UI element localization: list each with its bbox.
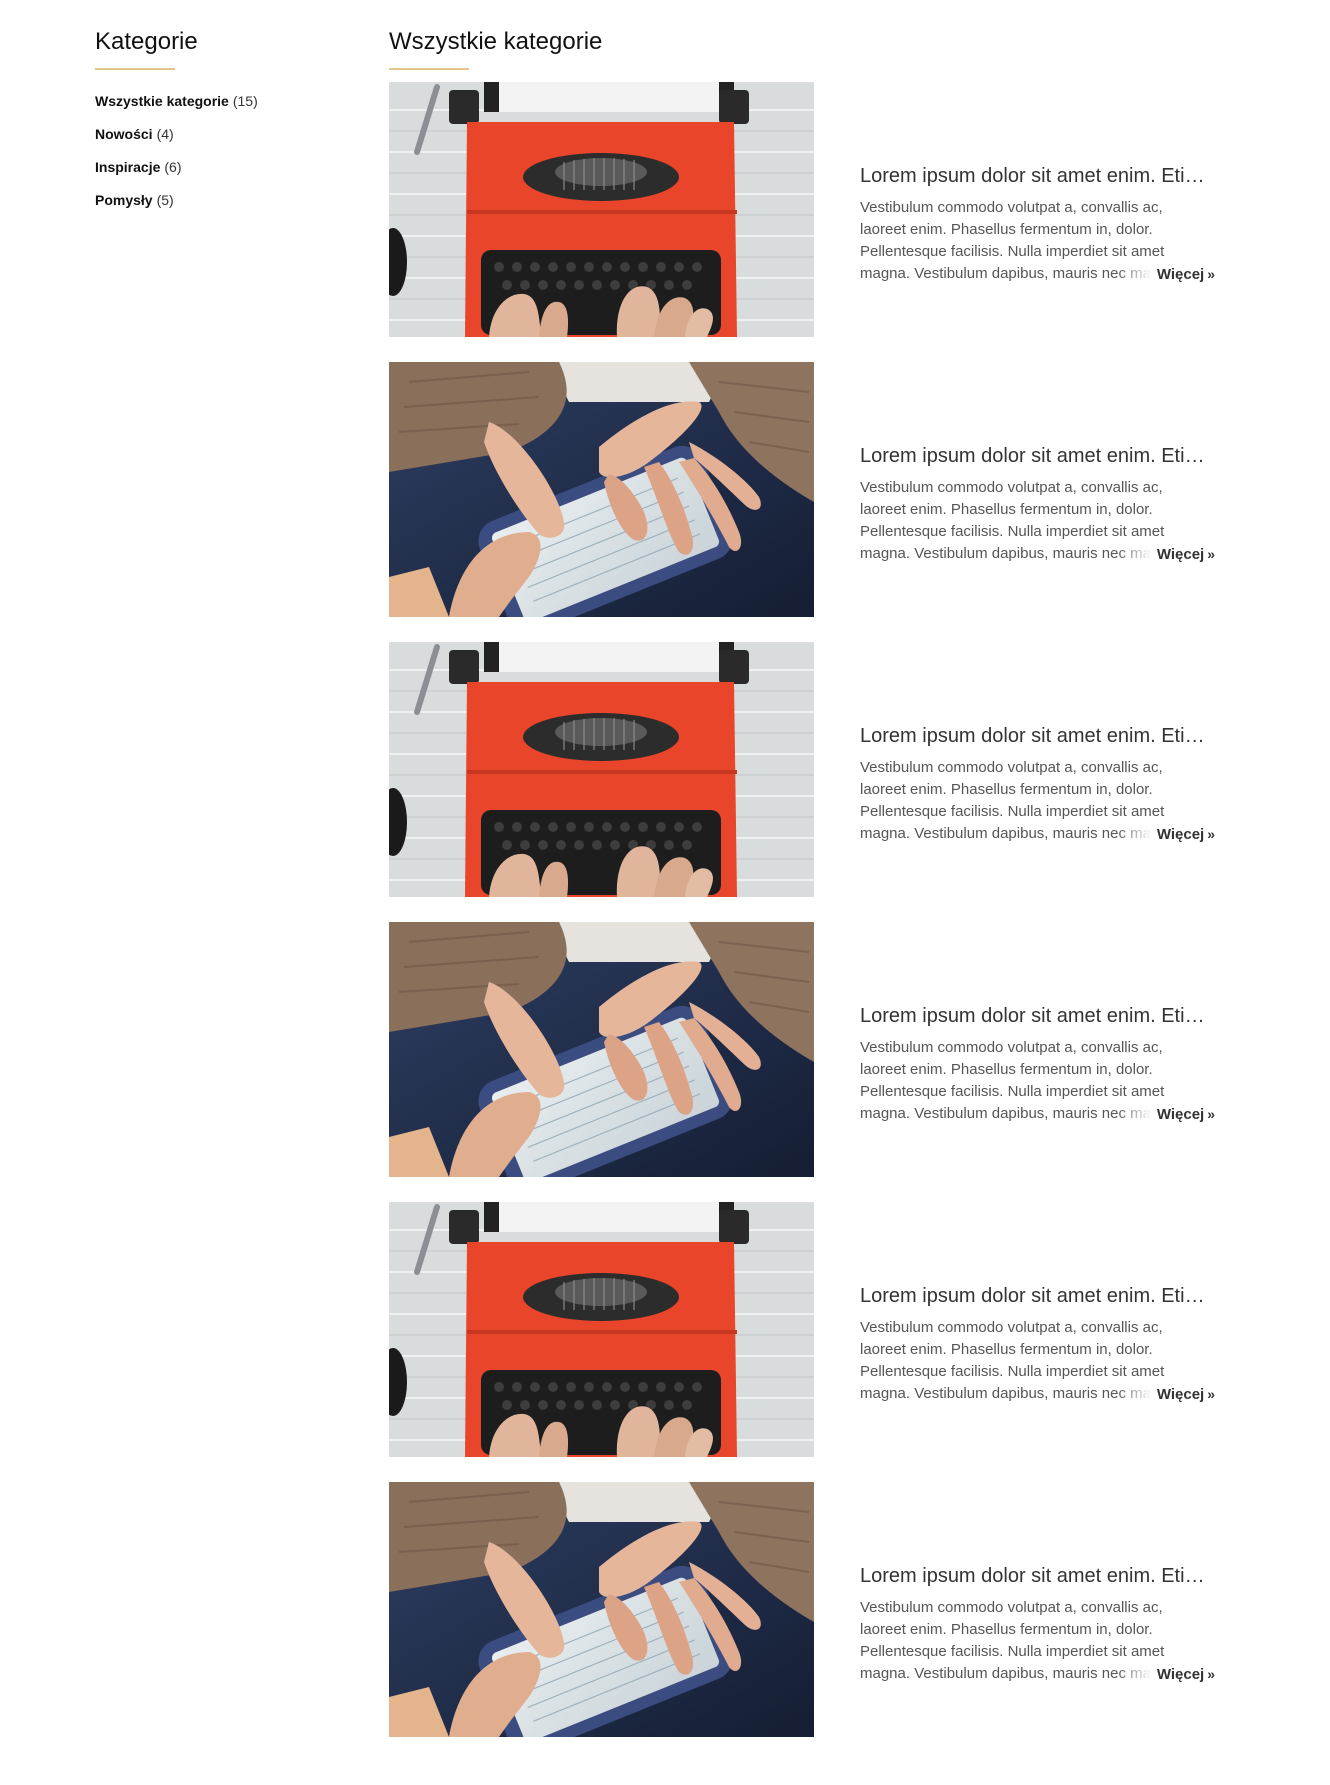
smartphone-photo xyxy=(389,922,814,1177)
smartphone-photo xyxy=(389,362,814,617)
post-text: Lorem ipsum dolor sit amet enim. Etiam u… xyxy=(860,723,1215,845)
typewriter-photo xyxy=(389,82,814,337)
read-more-label: Więcej xyxy=(1156,1666,1205,1683)
post-thumbnail[interactable] xyxy=(389,642,814,897)
category-name: Pomysły xyxy=(95,192,153,208)
category-list: Wszystkie kategorie (15) Nowości (4) Inspi… xyxy=(95,92,355,209)
post-excerpt-wrap: Vestibulum commodo volutpat a, convallis… xyxy=(860,1597,1215,1685)
post-title[interactable]: Lorem ipsum dolor sit amet enim. Etiam u… xyxy=(860,443,1210,469)
category-name: Inspiracje xyxy=(95,159,161,175)
double-chevron-right-icon: » xyxy=(1207,826,1215,842)
read-more-link[interactable]: Więcej» xyxy=(1116,543,1215,565)
read-more-label: Więcej xyxy=(1156,1106,1205,1123)
post-card: Lorem ipsum dolor sit amet enim. Etiam u… xyxy=(389,82,1239,337)
typewriter-photo xyxy=(389,642,814,897)
post-card: Lorem ipsum dolor sit amet enim. Etiam u… xyxy=(389,362,1239,617)
read-more-label: Więcej xyxy=(1156,1386,1205,1403)
post-thumbnail[interactable] xyxy=(389,1202,814,1457)
post-excerpt-wrap: Vestibulum commodo volutpat a, convallis… xyxy=(860,477,1215,565)
category-count: (4) xyxy=(156,126,174,142)
post-card: Lorem ipsum dolor sit amet enim. Etiam u… xyxy=(389,1202,1239,1457)
post-excerpt-wrap: Vestibulum commodo volutpat a, convallis… xyxy=(860,1037,1215,1125)
post-excerpt-wrap: Vestibulum commodo volutpat a, convallis… xyxy=(860,1317,1215,1405)
post-card: Lorem ipsum dolor sit amet enim. Etiam u… xyxy=(389,642,1239,897)
read-more-label: Więcej xyxy=(1156,826,1205,843)
read-more-link[interactable]: Więcej» xyxy=(1116,1663,1215,1685)
post-text: Lorem ipsum dolor sit amet enim. Etiam u… xyxy=(860,1283,1215,1405)
double-chevron-right-icon: » xyxy=(1207,1666,1215,1682)
post-title[interactable]: Lorem ipsum dolor sit amet enim. Etiam u… xyxy=(860,723,1210,749)
sidebar-title: Kategorie xyxy=(95,28,198,55)
post-text: Lorem ipsum dolor sit amet enim. Etiam u… xyxy=(860,1003,1215,1125)
post-card: Lorem ipsum dolor sit amet enim. Etiam u… xyxy=(389,1482,1239,1737)
post-thumbnail[interactable] xyxy=(389,82,814,337)
post-title[interactable]: Lorem ipsum dolor sit amet enim. Etiam u… xyxy=(860,163,1210,189)
page-title: Wszystkie kategorie xyxy=(389,28,603,55)
post-text: Lorem ipsum dolor sit amet enim. Etiam u… xyxy=(860,443,1215,565)
post-excerpt-wrap: Vestibulum commodo volutpat a, convallis… xyxy=(860,197,1215,285)
post-list: Lorem ipsum dolor sit amet enim. Etiam u… xyxy=(389,82,1239,1737)
post-thumbnail[interactable] xyxy=(389,362,814,617)
post-thumbnail[interactable] xyxy=(389,922,814,1177)
category-item-all[interactable]: Wszystkie kategorie (15) xyxy=(95,92,355,110)
post-title[interactable]: Lorem ipsum dolor sit amet enim. Etiam u… xyxy=(860,1003,1210,1029)
category-item-pomysly[interactable]: Pomysły (5) xyxy=(95,191,355,209)
post-excerpt-wrap: Vestibulum commodo volutpat a, convallis… xyxy=(860,757,1215,845)
read-more-link[interactable]: Więcej» xyxy=(1116,1383,1215,1405)
post-thumbnail[interactable] xyxy=(389,1482,814,1737)
category-name: Wszystkie kategorie xyxy=(95,93,229,109)
post-text: Lorem ipsum dolor sit amet enim. Etiam u… xyxy=(860,163,1215,285)
read-more-link[interactable]: Więcej» xyxy=(1116,823,1215,845)
post-card: Lorem ipsum dolor sit amet enim. Etiam u… xyxy=(389,922,1239,1177)
typewriter-photo xyxy=(389,1202,814,1457)
read-more-link[interactable]: Więcej» xyxy=(1116,263,1215,285)
post-text: Lorem ipsum dolor sit amet enim. Etiam u… xyxy=(860,1563,1215,1685)
double-chevron-right-icon: » xyxy=(1207,546,1215,562)
smartphone-photo xyxy=(389,1482,814,1737)
category-count: (6) xyxy=(164,159,182,175)
category-item-nowosci[interactable]: Nowości (4) xyxy=(95,125,355,143)
category-item-inspiracje[interactable]: Inspiracje (6) xyxy=(95,158,355,176)
read-more-label: Więcej xyxy=(1156,266,1205,283)
sidebar-title-underline xyxy=(95,68,175,70)
read-more-label: Więcej xyxy=(1156,546,1205,563)
double-chevron-right-icon: » xyxy=(1207,1106,1215,1122)
double-chevron-right-icon: » xyxy=(1207,266,1215,282)
post-list-section: Wszystkie kategorie Lorem ipsum dolor si… xyxy=(389,26,1239,1762)
page-title-underline xyxy=(389,68,469,70)
category-sidebar: Kategorie Wszystkie kategorie (15) Nowośc… xyxy=(95,26,355,224)
category-name: Nowości xyxy=(95,126,153,142)
category-count: (5) xyxy=(156,192,174,208)
category-count: (15) xyxy=(232,93,258,109)
post-title[interactable]: Lorem ipsum dolor sit amet enim. Etiam u… xyxy=(860,1563,1210,1589)
read-more-link[interactable]: Więcej» xyxy=(1116,1103,1215,1125)
double-chevron-right-icon: » xyxy=(1207,1386,1215,1402)
post-title[interactable]: Lorem ipsum dolor sit amet enim. Etiam u… xyxy=(860,1283,1210,1309)
